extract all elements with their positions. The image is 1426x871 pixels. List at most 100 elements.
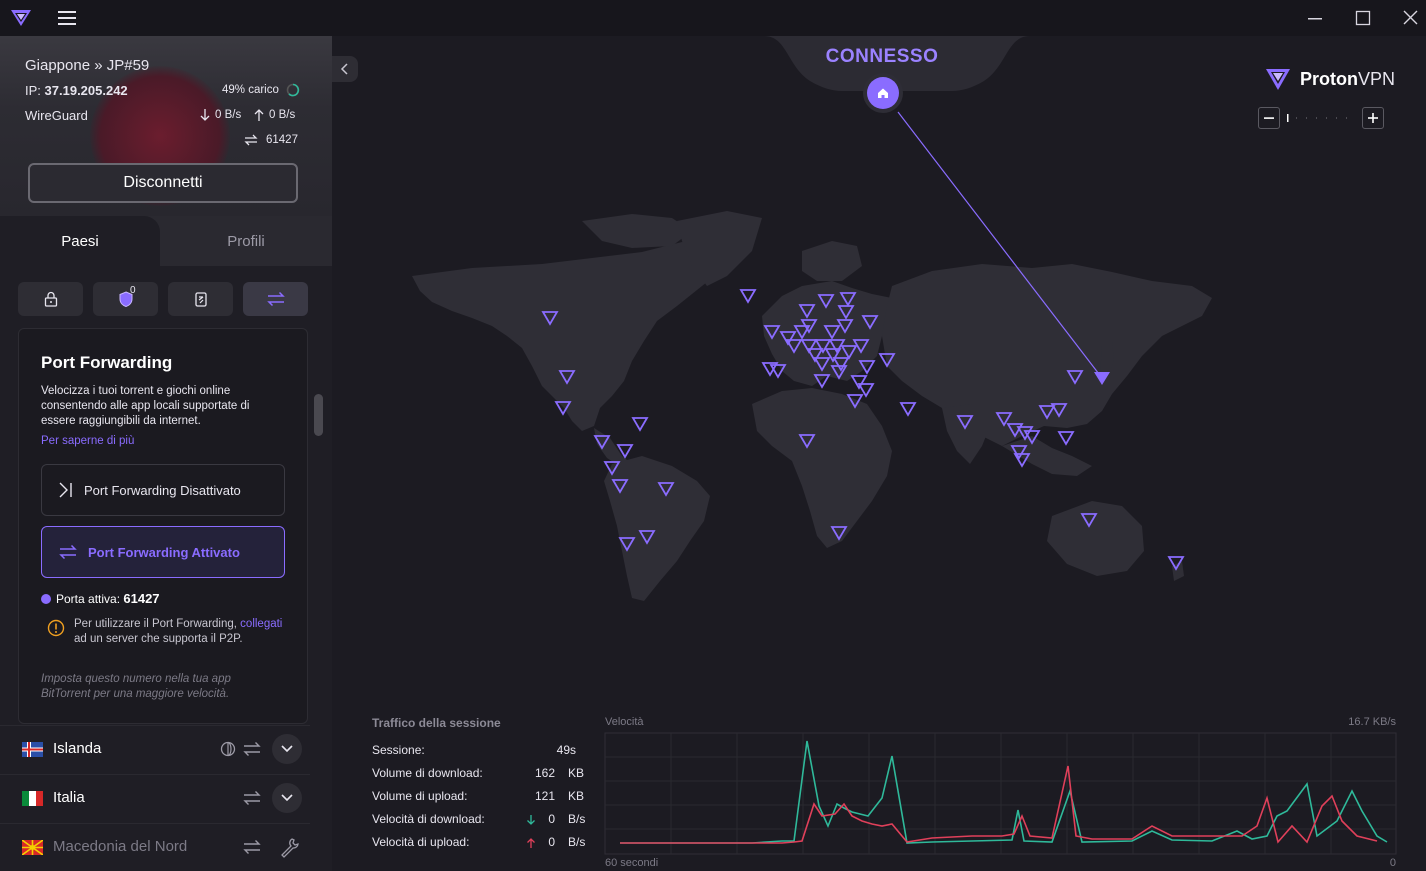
tab-profiles[interactable]: Profili [160,216,332,266]
popup-title: Port Forwarding [41,353,173,372]
expand-button[interactable] [272,783,302,813]
popup-description: Velocizza i tuoi torrent e giochi online… [41,385,250,427]
connection-status: CONNESSO [825,46,939,67]
upload-arrow-icon [527,838,535,848]
port-forwarding-icon [243,742,261,756]
brand-proton: Proton [1300,68,1358,89]
brand-text: ProtonVPN [1300,69,1395,90]
home-icon [878,88,888,98]
stat-value: 162 [534,766,555,780]
stat-value: 121 [534,789,555,803]
country-row-italy[interactable]: Italia [0,774,310,822]
filter-secure-core-button[interactable]: 0 [93,282,158,316]
speed-graph-time-span: 60 secondi [605,857,659,869]
disconnect-button[interactable]: Disconnetti [28,163,298,203]
maximize-button[interactable] [1348,6,1378,30]
filter-p2p-button[interactable] [168,282,233,316]
p2p-icon [194,292,207,307]
zoom-out-button[interactable] [1258,107,1280,129]
connect-link[interactable]: collegati [240,618,282,630]
speed-graph-max: 16.7 KB/s [1348,716,1396,728]
option-off-label: Port Forwarding Disattivato [84,482,241,498]
warning-text-start: Per utilizzare il Port Forwarding, [74,618,241,630]
warning-text-end: ad un server che supporta il P2P. [74,633,243,645]
stat-value: 49s [556,743,576,757]
tab-countries[interactable]: Paesi [0,216,160,266]
country-row-north-macedonia[interactable]: Macedonia del Nord [0,823,310,871]
speed-graph-now: 0 [1389,857,1396,869]
active-indicator-dot [41,594,51,604]
port-forwarding-icon [243,840,261,854]
brand-vpn: VPN [1358,68,1396,89]
warning-text: Per utilizzare il Port Forwarding, colle… [74,617,284,647]
country-name: Islanda [53,740,102,757]
stat-download-speed: Velocità di download: 0 B/s [372,812,592,830]
proton-logo-icon [1266,69,1290,90]
stat-upload-speed: Velocità di upload: 0 B/s [372,835,592,853]
ip-row: IP: 37.19.205.242 [25,83,128,98]
download-arrow-icon [200,109,210,121]
protocol: WireGuard [25,108,88,123]
stat-label: Sessione: [372,743,425,757]
download-arrow-icon [527,815,535,825]
port-forwarding-on-option[interactable]: Port Forwarding Attivato [41,526,285,578]
italy-flag-icon [22,791,43,806]
close-button[interactable] [1396,6,1426,30]
server-load: 49% carico [222,84,279,96]
title-bar [0,0,1426,36]
port-forwarding-icon [59,544,77,560]
sidebar: Giappone » JP#59 IP: 37.19.205.242 49% c… [0,36,332,871]
upload-speed: 0 B/s [269,109,296,121]
bittorrent-hint: Imposta questo numero nella tua app BitT… [41,673,231,700]
stat-label: Velocità di upload: [372,835,470,849]
active-port-label: Porta attiva: [56,592,121,606]
stat-unit: KB [568,766,585,780]
filter-port-forwarding-button[interactable] [243,282,308,316]
speed-graph-title: Velocità [605,716,644,728]
scrollbar-thumb[interactable] [314,394,323,436]
stat-label: Volume di upload: [372,789,468,803]
port-forwarding-off-option[interactable]: Port Forwarding Disattivato [41,464,285,516]
stat-upload-volume: Volume di upload: 121 KB [372,789,592,807]
proton-logo-icon [11,10,31,26]
stat-unit: B/s [568,812,586,826]
lock-icon [44,291,57,307]
port-forwarding-popup: Port Forwarding Velocizza i tuoi torrent… [18,328,308,724]
north-macedonia-flag-icon [22,840,43,855]
minus-icon [1264,117,1274,119]
ip-address: 37.19.205.242 [44,83,128,98]
stat-unit: B/s [568,835,586,849]
warning-icon [47,619,65,637]
port-forwarding-icon [244,134,258,146]
upload-arrow-icon [254,109,264,121]
download-speed: 0 B/s [215,109,242,121]
active-port-value: 61427 [123,591,160,606]
filter-secure-button[interactable] [18,282,83,316]
map-area: CONNESSO ProtonVPN Traffico della sessio… [332,36,1426,871]
menu-icon[interactable] [56,8,78,28]
zoom-in-button[interactable] [1362,107,1384,129]
stat-value: 0 [548,812,555,826]
load-ring-icon [286,83,300,97]
stat-session: Sessione: 49s [372,743,592,761]
option-on-label: Port Forwarding Attivato [88,544,240,560]
proton-vpn-brand: ProtonVPN [1264,66,1395,92]
plus-icon [1368,113,1378,123]
chevron-left-icon [340,63,348,75]
stat-download-volume: Volume di download: 162 KB [372,766,592,784]
wrench-icon[interactable] [278,836,300,858]
ip-label: IP: [25,83,41,98]
stat-label: Volume di download: [372,766,483,780]
speed-graph [604,732,1397,855]
collapse-sidebar-button[interactable] [332,56,358,82]
minimize-button[interactable] [1300,6,1330,30]
learn-more-link[interactable]: Per saperne di più [41,435,134,447]
country-row-iceland[interactable]: Islanda [0,725,310,773]
zoom-control [1258,107,1384,129]
zoom-slider[interactable] [1286,112,1356,124]
home-location-pin [867,77,899,109]
port-forwarding-icon [243,791,261,805]
chevron-down-icon [281,794,293,802]
expand-button[interactable] [272,734,302,764]
tab-bar: Paesi Profili [0,216,332,266]
